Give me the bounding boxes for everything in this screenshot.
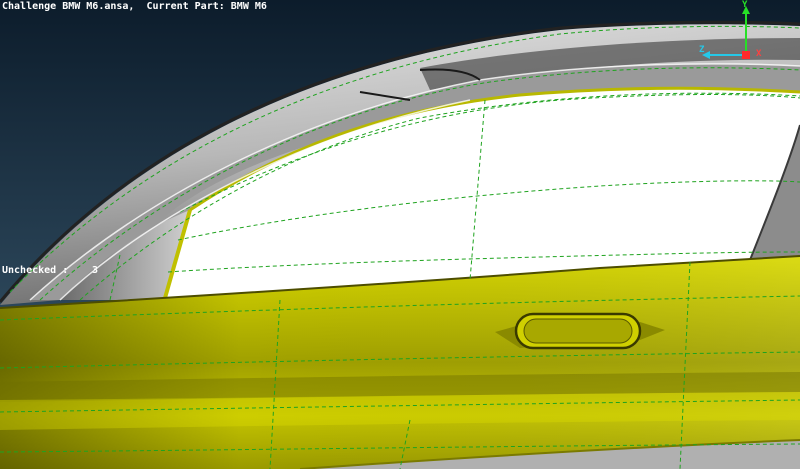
axis-x-label: X xyxy=(756,49,762,59)
unchecked-label: Unchecked : xyxy=(2,265,69,276)
axis-origin xyxy=(742,51,750,59)
title-bar: Challenge BMW M6.ansa, Current Part: BMW… xyxy=(2,1,267,12)
axis-z-label: Z xyxy=(699,45,705,55)
axis-y-label: Y xyxy=(742,0,748,10)
unchecked-count: 3 xyxy=(92,265,99,276)
3d-viewport[interactable] xyxy=(0,0,800,469)
